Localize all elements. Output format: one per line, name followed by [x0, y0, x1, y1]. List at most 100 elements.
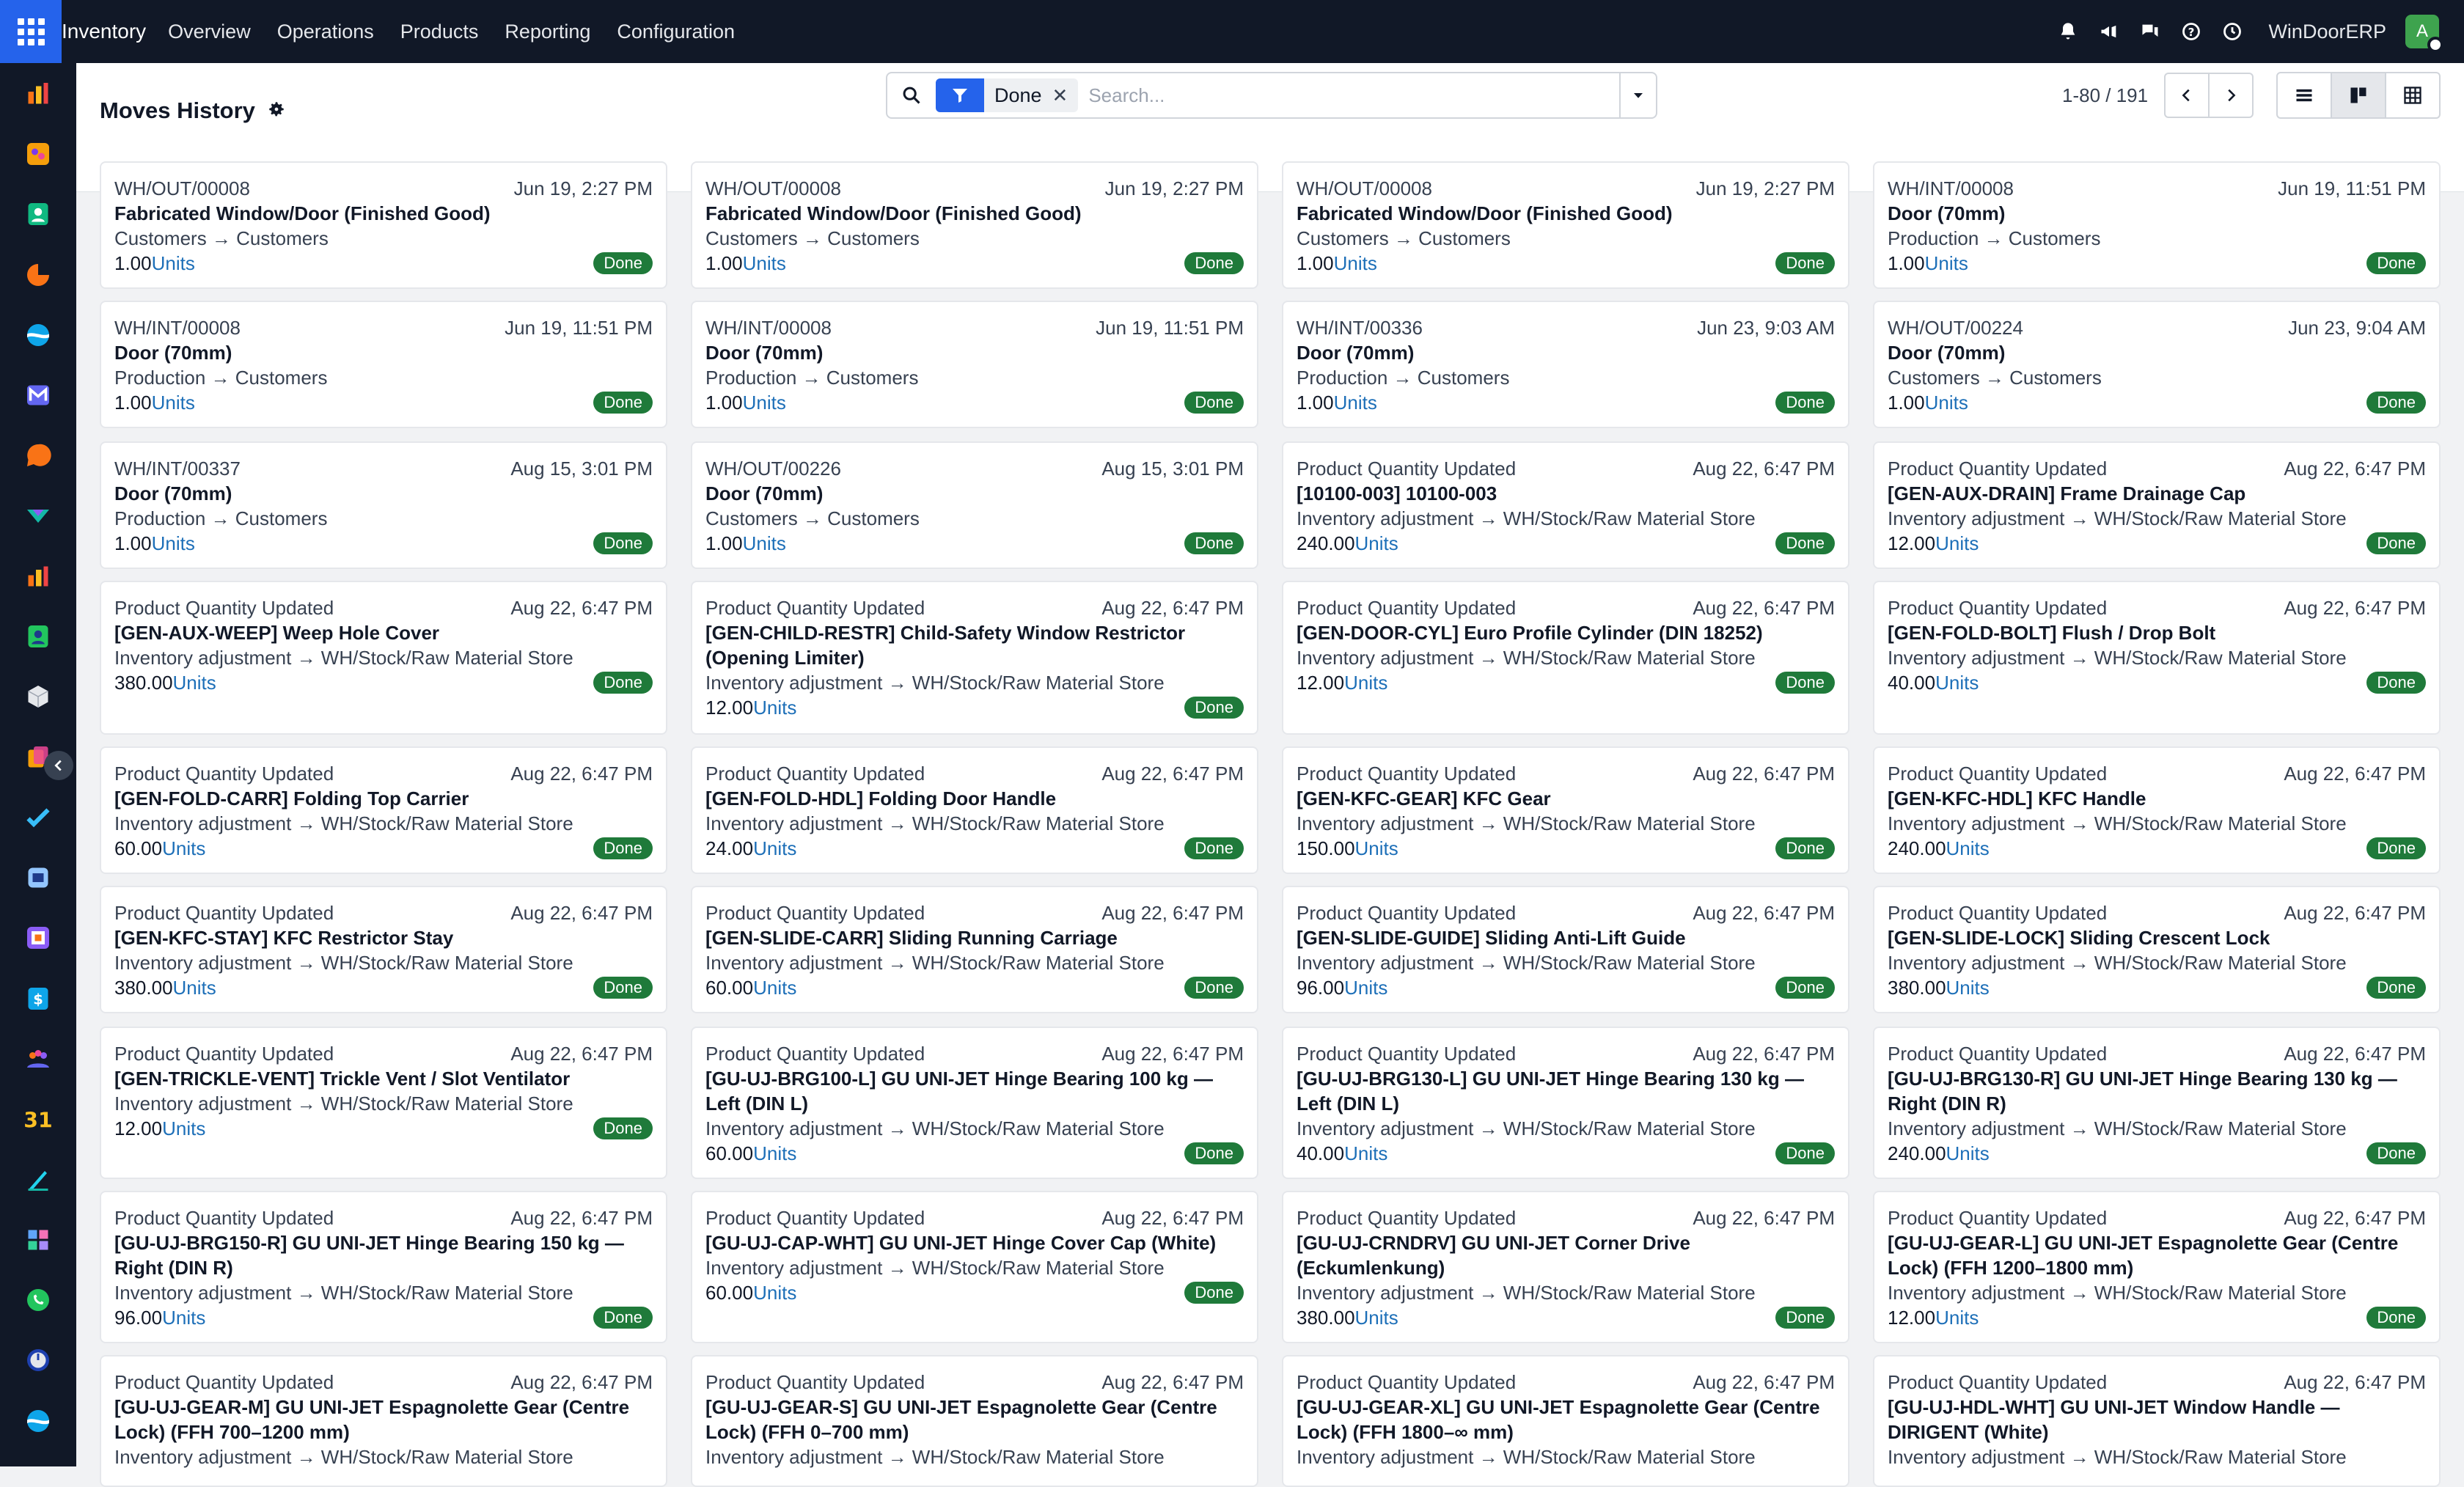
- move-card[interactable]: WH/INT/00008 Jun 19, 11:51 PM Door (70mm) P…: [100, 301, 667, 428]
- move-card[interactable]: Product Quantity Updated Aug 22, 6:47 PM[…: [1282, 1191, 1849, 1343]
- move-card[interactable]: WH/OUT/00008 Jun 19, 2:27 PM Fabricated Wi…: [1282, 161, 1849, 289]
- move-card[interactable]: Product Quantity Updated Aug 22, 6:47 PM[…: [100, 1027, 667, 1179]
- quantity-value: 12.00: [1297, 672, 1345, 694]
- sign-icon[interactable]: [23, 1165, 53, 1194]
- unit-of-measure: Units: [1344, 672, 1388, 694]
- unit-of-measure: Units: [742, 392, 786, 414]
- menu-operations[interactable]: Operations: [264, 21, 387, 43]
- company-switcher[interactable]: WinDoorERP: [2268, 21, 2386, 43]
- move-date: Aug 22, 6:47 PM: [1693, 458, 1835, 480]
- accounting-icon[interactable]: $: [23, 984, 53, 1013]
- search-button[interactable]: [887, 73, 936, 117]
- move-card[interactable]: Product Quantity Updated Aug 22, 6:47 PM[…: [1873, 1355, 2441, 1487]
- move-card[interactable]: Product Quantity Updated Aug 22, 6:47 PM[…: [691, 1355, 1258, 1487]
- contacts-icon[interactable]: [23, 200, 53, 230]
- move-card[interactable]: Product Quantity Updated Aug 22, 6:47 PM[…: [1282, 1027, 1849, 1179]
- move-card[interactable]: Product Quantity Updated Aug 22, 6:47 PM[…: [1873, 1027, 2441, 1179]
- team-icon[interactable]: [23, 1044, 53, 1073]
- move-card[interactable]: Product Quantity Updated Aug 22, 6:47 PM[…: [1282, 581, 1849, 735]
- menu-configuration[interactable]: Configuration: [604, 21, 748, 43]
- filter-facet[interactable]: Done ✕: [936, 78, 1079, 112]
- move-card[interactable]: WH/INT/00008 Jun 19, 11:51 PM Door (70mm) P…: [1873, 161, 2441, 289]
- kanban-view-button[interactable]: [2331, 72, 2386, 119]
- move-card[interactable]: Product Quantity Updated Aug 22, 6:47 PM[…: [691, 581, 1258, 735]
- svg-text:$: $: [33, 991, 43, 1007]
- todo-icon[interactable]: [23, 803, 53, 832]
- move-card[interactable]: Product Quantity Updated Aug 22, 6:47 PM[…: [100, 746, 667, 874]
- list-view-button[interactable]: [2276, 72, 2332, 119]
- app-brand[interactable]: Inventory: [62, 20, 155, 43]
- helpdesk-icon[interactable]: [23, 441, 53, 471]
- move-card[interactable]: Product Quantity Updated Aug 22, 6:47 PM[…: [100, 1355, 667, 1487]
- barcode-icon[interactable]: [23, 924, 53, 953]
- pivot-view-button[interactable]: [2385, 72, 2441, 119]
- move-card[interactable]: Product Quantity Updated Aug 22, 6:47 PM[…: [1282, 1355, 1849, 1487]
- move-card[interactable]: WH/OUT/00224 Jun 23, 9:04 AM Door (70mm) Cu…: [1873, 301, 2441, 428]
- move-card[interactable]: WH/INT/00336 Jun 23, 9:03 AM Door (70mm) Pr…: [1282, 301, 1849, 428]
- quantity-value: 24.00: [705, 837, 754, 859]
- move-quantity: 380.00Units: [114, 670, 216, 695]
- studio-icon[interactable]: [23, 1406, 53, 1436]
- whatsapp-icon[interactable]: [23, 1285, 53, 1315]
- move-card[interactable]: Product Quantity Updated Aug 22, 6:47 PM[…: [691, 746, 1258, 874]
- employees-icon[interactable]: [23, 622, 53, 651]
- move-card[interactable]: Product Quantity Updated Aug 22, 6:47 PM[…: [100, 581, 667, 735]
- clock-icon[interactable]: [2221, 21, 2243, 43]
- search-options-toggle[interactable]: [1619, 73, 1656, 117]
- inventory-icon[interactable]: [23, 683, 53, 712]
- dock-collapse-button[interactable]: [44, 751, 73, 780]
- product-name: [GEN-FOLD-CARR] Folding Top Carrier: [114, 787, 469, 809]
- megaphone-icon[interactable]: [2098, 21, 2120, 43]
- gear-icon[interactable]: [267, 100, 286, 122]
- status-badge: Done: [1184, 1282, 1244, 1304]
- timer-icon[interactable]: [23, 1346, 53, 1376]
- reporting-icon[interactable]: [23, 562, 53, 591]
- move-date: Aug 22, 6:47 PM: [1101, 597, 1244, 619]
- move-card[interactable]: Product Quantity Updated Aug 22, 6:47 PM[…: [100, 886, 667, 1013]
- menu-products[interactable]: Products: [387, 21, 492, 43]
- app-switcher-button[interactable]: [0, 0, 62, 63]
- move-quantity: 1.00Units: [705, 390, 786, 415]
- dashboard-icon[interactable]: [23, 79, 53, 109]
- discuss-icon[interactable]: [23, 139, 53, 169]
- pager-previous-button[interactable]: [2164, 73, 2210, 118]
- move-card[interactable]: WH/OUT/00226 Aug 15, 3:01 PM Door (70mm) Cu…: [691, 441, 1258, 569]
- move-card[interactable]: WH/OUT/00008 Jun 19, 2:27 PM Fabricated Wi…: [100, 161, 667, 289]
- move-card[interactable]: Product Quantity Updated Aug 22, 6:47 PM[…: [691, 1191, 1258, 1343]
- calendar-icon[interactable]: 31: [23, 1104, 53, 1134]
- close-icon[interactable]: ✕: [1049, 84, 1079, 107]
- move-card[interactable]: Product Quantity Updated Aug 22, 6:47 PM[…: [1873, 886, 2441, 1013]
- move-locations: Inventory adjustment → WH/Stock/Raw Mate…: [705, 1257, 1165, 1279]
- pager-next-button[interactable]: [2208, 73, 2254, 118]
- move-card[interactable]: Product Quantity Updated Aug 22, 6:47 PM[…: [1873, 441, 2441, 569]
- sales-icon[interactable]: [23, 320, 53, 350]
- move-card[interactable]: Product Quantity Updated Aug 22, 6:47 PM[…: [1282, 746, 1849, 874]
- move-card[interactable]: WH/OUT/00008 Jun 19, 2:27 PM Fabricated Wi…: [691, 161, 1258, 289]
- move-card[interactable]: Product Quantity Updated Aug 22, 6:47 PM[…: [691, 1027, 1258, 1179]
- user-avatar[interactable]: A: [2405, 15, 2443, 53]
- move-card[interactable]: Product Quantity Updated Aug 22, 6:47 PM[…: [1873, 581, 2441, 735]
- apps-icon[interactable]: [23, 1225, 53, 1255]
- product-name: [GEN-FOLD-BOLT] Flush / Drop Bolt: [1888, 622, 2216, 644]
- presence-dot: [2427, 37, 2443, 53]
- field-service-icon[interactable]: [23, 502, 53, 531]
- pager-value[interactable]: 1-80 / 191: [2062, 84, 2148, 107]
- move-card[interactable]: Product Quantity Updated Aug 22, 6:47 PM[…: [1873, 1191, 2441, 1343]
- bell-icon[interactable]: [2057, 21, 2079, 43]
- move-quantity: 380.00Units: [1297, 1305, 1398, 1330]
- chat-icon[interactable]: [2139, 21, 2161, 43]
- move-card[interactable]: Product Quantity Updated Aug 22, 6:47 PM[…: [100, 1191, 667, 1343]
- menu-overview[interactable]: Overview: [155, 21, 264, 43]
- move-card[interactable]: Product Quantity Updated Aug 22, 6:47 PM[…: [691, 886, 1258, 1013]
- move-card[interactable]: WH/INT/00008 Jun 19, 11:51 PM Door (70mm) P…: [691, 301, 1258, 428]
- move-card[interactable]: WH/INT/00337 Aug 15, 3:01 PM Door (70mm) Pr…: [100, 441, 667, 569]
- knowledge-icon[interactable]: [23, 863, 53, 892]
- move-card[interactable]: Product Quantity Updated Aug 22, 6:47 PM[…: [1873, 746, 2441, 874]
- email-marketing-icon[interactable]: [23, 381, 53, 410]
- menu-reporting[interactable]: Reporting: [491, 21, 604, 43]
- move-card[interactable]: Product Quantity Updated Aug 22, 6:47 PM[…: [1282, 441, 1849, 569]
- help-icon[interactable]: ?: [2180, 21, 2202, 43]
- crm-icon[interactable]: [23, 260, 53, 290]
- move-card[interactable]: Product Quantity Updated Aug 22, 6:47 PM[…: [1282, 886, 1849, 1013]
- search-input[interactable]: [1088, 75, 1619, 116]
